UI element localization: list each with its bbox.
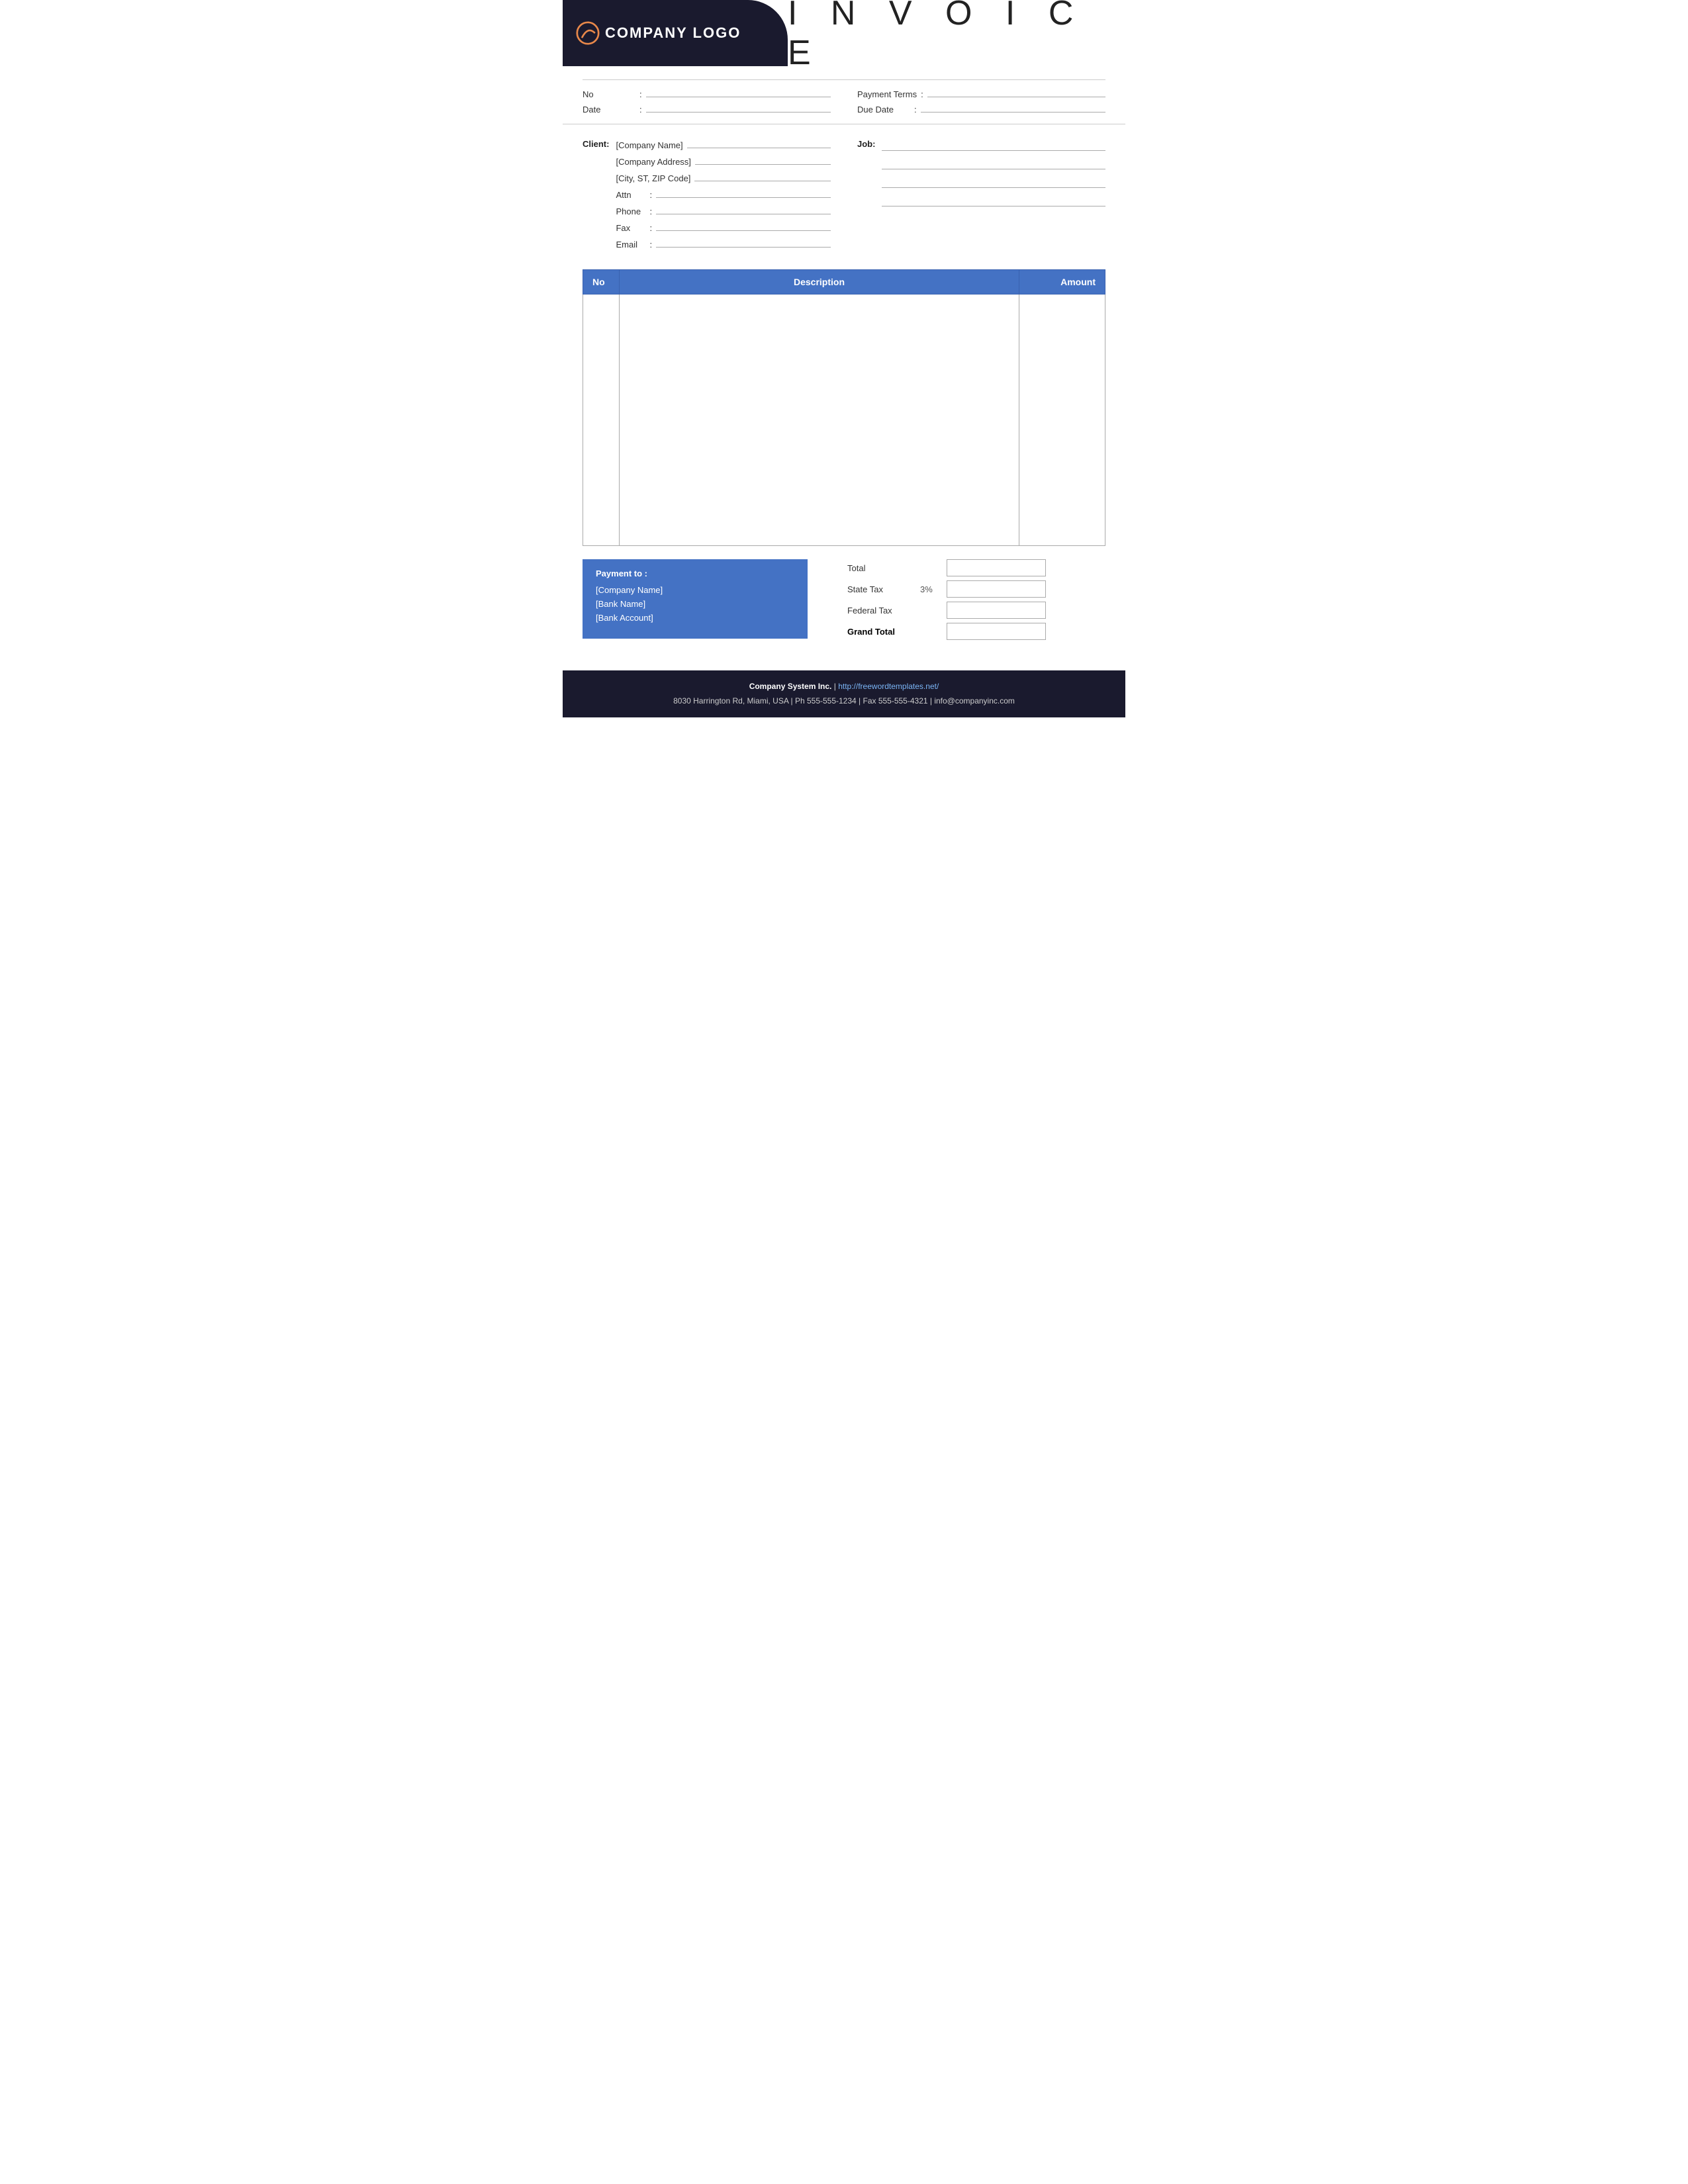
email-colon: : <box>649 240 652 250</box>
payment-box: Payment to : [Company Name] [Bank Name] … <box>583 559 808 639</box>
total-input[interactable] <box>947 559 1046 576</box>
col-no-header: No <box>583 270 620 295</box>
payment-title: Payment to : <box>596 569 794 578</box>
invoice-title-area: I N V O I C E <box>788 0 1125 66</box>
no-label: No <box>583 89 635 99</box>
due-date-colon: : <box>914 105 917 114</box>
company-address-field: [Company Address] <box>616 154 831 167</box>
phone-value[interactable] <box>656 204 831 214</box>
client-label: Client: <box>583 138 609 250</box>
payment-terms-colon: : <box>921 89 923 99</box>
footer-section: Payment to : [Company Name] [Bank Name] … <box>563 553 1125 651</box>
due-date-label: Due Date <box>857 105 910 114</box>
meta-row-2: Date : Due Date : <box>583 102 1105 114</box>
no-colon: : <box>639 89 642 99</box>
federal-tax-label: Federal Tax <box>847 606 914 615</box>
city-zip-field: [City, ST, ZIP Code] <box>616 171 831 183</box>
email-value[interactable] <box>656 237 831 248</box>
date-field: Date : <box>583 102 831 114</box>
col-amount-header: Amount <box>1019 270 1105 295</box>
due-date-value[interactable] <box>921 102 1105 113</box>
job-line-3[interactable] <box>882 177 1105 188</box>
phone-label: Phone <box>616 206 645 216</box>
attn-field: Attn : <box>616 187 831 200</box>
total-label: Total <box>847 563 914 573</box>
col-description-header: Description <box>620 270 1019 295</box>
meta-row-1: No : Payment Terms : <box>583 87 1105 99</box>
job-fields <box>882 138 1105 250</box>
fax-colon: : <box>649 223 652 233</box>
no-value[interactable] <box>646 87 831 97</box>
job-line-2[interactable] <box>882 159 1105 169</box>
payment-terms-value[interactable] <box>927 87 1105 97</box>
payment-terms-field: Payment Terms : <box>857 87 1105 99</box>
table-row <box>583 295 1105 546</box>
no-field: No : <box>583 87 831 99</box>
state-tax-percent: 3% <box>920 584 940 594</box>
attn-colon: : <box>649 190 652 200</box>
totals-block: Total State Tax 3% Federal Tax Grand Tot… <box>847 559 1105 644</box>
logo-box: COMPANY LOGO <box>563 0 788 66</box>
meta-section: No : Payment Terms : Date : Due Date : <box>563 80 1125 124</box>
fax-value[interactable] <box>656 220 831 231</box>
payment-company-name: [Company Name] <box>596 585 794 595</box>
company-name-underline[interactable] <box>687 138 831 148</box>
date-colon: : <box>639 105 642 114</box>
company-logo: COMPANY LOGO <box>576 21 741 45</box>
phone-field: Phone : <box>616 204 831 216</box>
total-row: Total <box>847 559 1105 576</box>
job-block: Job: <box>857 138 1105 250</box>
footer-line-1: Company System Inc. | http://freewordtem… <box>576 680 1112 694</box>
due-date-field: Due Date : <box>857 102 1105 114</box>
federal-tax-row: Federal Tax <box>847 602 1105 619</box>
client-fields: [Company Name] [Company Address] [City, … <box>616 138 831 250</box>
job-line-1[interactable] <box>882 140 1105 151</box>
fax-field: Fax : <box>616 220 831 233</box>
date-value[interactable] <box>646 102 831 113</box>
footer-website[interactable]: http://freewordtemplates.net/ <box>838 682 939 691</box>
footer-line-2: 8030 Harrington Rd, Miami, USA | Ph 555-… <box>576 694 1112 709</box>
table-header-row: No Description Amount <box>583 270 1105 295</box>
table-cell-no[interactable] <box>583 295 620 546</box>
footer-company: Company System Inc. <box>749 682 832 691</box>
email-label: Email <box>616 240 645 250</box>
state-tax-input[interactable] <box>947 580 1046 598</box>
logo-text: COMPANY LOGO <box>605 24 741 42</box>
company-name-text: [Company Name] <box>616 140 682 150</box>
client-block: Client: [Company Name] [Company Address]… <box>583 138 831 250</box>
federal-tax-input[interactable] <box>947 602 1046 619</box>
city-zip-text: [City, ST, ZIP Code] <box>616 173 690 183</box>
company-name-field: [Company Name] <box>616 138 831 150</box>
attn-label: Attn <box>616 190 645 200</box>
job-line-4[interactable] <box>882 196 1105 206</box>
invoice-title: I N V O I C E <box>788 0 1105 73</box>
grand-total-label: Grand Total <box>847 627 914 637</box>
table-cell-description[interactable] <box>620 295 1019 546</box>
invoice-table: No Description Amount <box>583 269 1105 546</box>
payment-bank-name: [Bank Name] <box>596 599 794 609</box>
date-label: Date <box>583 105 635 114</box>
email-field: Email : <box>616 237 831 250</box>
client-job-section: Client: [Company Name] [Company Address]… <box>563 124 1125 263</box>
payment-terms-label: Payment Terms <box>857 89 917 99</box>
phone-colon: : <box>649 206 652 216</box>
state-tax-label: State Tax <box>847 584 914 594</box>
city-zip-underline[interactable] <box>694 171 831 181</box>
company-address-text: [Company Address] <box>616 157 690 167</box>
table-cell-amount[interactable] <box>1019 295 1105 546</box>
company-address-underline[interactable] <box>695 154 831 165</box>
attn-value[interactable] <box>656 187 831 198</box>
grand-total-input[interactable] <box>947 623 1046 640</box>
logo-icon <box>576 21 600 45</box>
payment-bank-account: [Bank Account] <box>596 613 794 623</box>
bottom-bar: Company System Inc. | http://freewordtem… <box>563 670 1125 717</box>
fax-label: Fax <box>616 223 645 233</box>
job-label: Job: <box>857 138 875 250</box>
state-tax-row: State Tax 3% <box>847 580 1105 598</box>
grand-total-row: Grand Total <box>847 623 1105 640</box>
page-header: COMPANY LOGO I N V O I C E <box>563 0 1125 66</box>
